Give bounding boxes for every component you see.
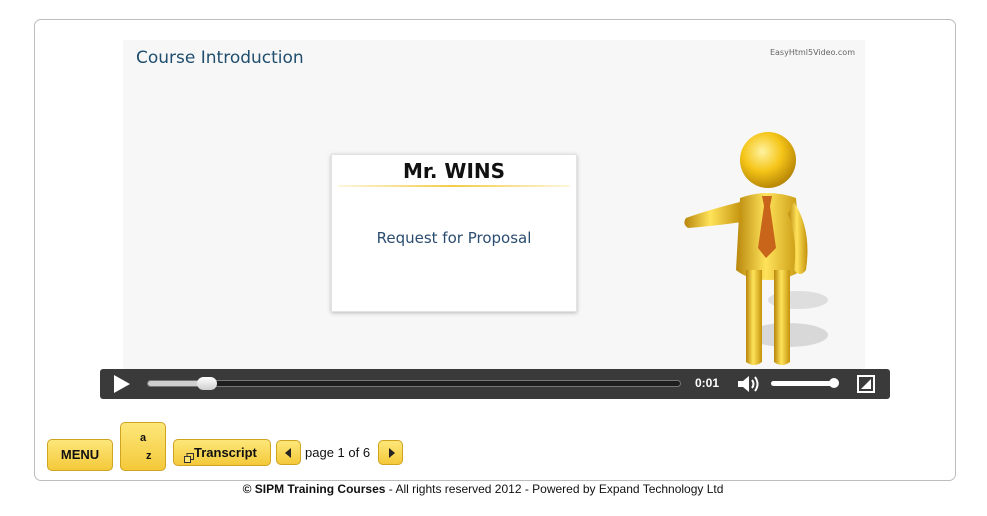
play-icon[interactable] (114, 375, 130, 393)
volume-fill (771, 381, 834, 386)
menu-button[interactable]: MENU (47, 439, 113, 471)
chevron-left-icon (285, 448, 291, 458)
glossary-button[interactable]: a z (120, 422, 166, 471)
progress-bar[interactable] (147, 377, 681, 390)
card-divider (338, 185, 570, 187)
transcript-button[interactable]: Transcript (173, 439, 271, 466)
next-page-button[interactable] (378, 440, 403, 465)
footer-copyright: © SIPM Training Courses (242, 482, 386, 496)
volume-slider[interactable] (771, 378, 839, 388)
glossary-z-label: z (146, 450, 152, 462)
title-card: Mr. WINS Request for Proposal (331, 154, 577, 312)
popup-icon (184, 453, 194, 463)
volume-thumb[interactable] (828, 378, 839, 388)
footer: © SIPM Training Courses - All rights res… (0, 482, 966, 496)
video-area[interactable]: Course Introduction EasyHtml5Video.com M… (123, 40, 865, 370)
page-indicator: page 1 of 6 (305, 445, 371, 460)
footer-text: - All rights reserved 2012 - Powered by … (385, 482, 724, 496)
volume-icon[interactable] (737, 374, 761, 394)
glossary-a-label: a (140, 432, 147, 444)
fullscreen-icon[interactable] (857, 375, 875, 393)
presenter-figure (684, 132, 828, 365)
prev-page-button[interactable] (276, 440, 301, 465)
card-subtitle: Request for Proposal (376, 229, 532, 247)
card-title: Mr. WINS (402, 159, 506, 183)
chevron-right-icon (389, 448, 395, 458)
progress-thumb[interactable] (196, 377, 217, 390)
video-controls: 0:01 (100, 369, 890, 399)
transcript-label: Transcript (194, 445, 257, 460)
watermark: EasyHtml5Video.com (769, 48, 855, 57)
slide-title: Course Introduction (136, 48, 304, 68)
time-display: 0:01 (695, 376, 720, 390)
